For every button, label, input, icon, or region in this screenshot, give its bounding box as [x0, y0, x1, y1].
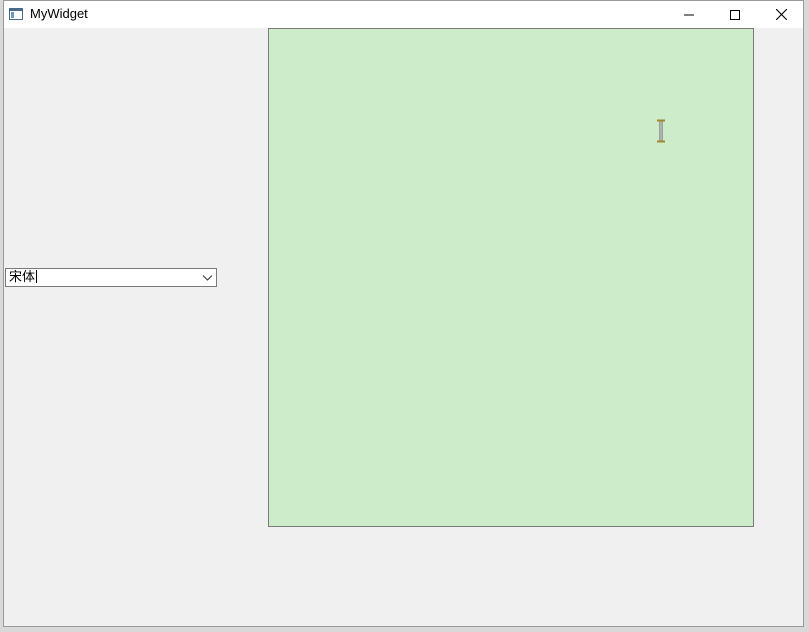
minimize-button[interactable] — [666, 1, 712, 28]
main-window: MyWidget 宋体 — [3, 0, 804, 627]
text-caret — [36, 270, 38, 283]
chevron-down-icon[interactable] — [201, 271, 214, 284]
close-button[interactable] — [758, 1, 804, 28]
window-title: MyWidget — [30, 6, 88, 21]
drawing-canvas[interactable] — [268, 28, 754, 527]
maximize-icon — [730, 9, 740, 20]
close-icon — [775, 9, 787, 20]
minimize-icon — [684, 14, 694, 15]
font-combobox-value[interactable]: 宋体 — [9, 270, 38, 286]
text-cursor-icon — [657, 119, 665, 143]
title-bar[interactable]: MyWidget — [4, 1, 803, 28]
app-window-icon — [9, 8, 23, 20]
font-combobox-text: 宋体 — [9, 270, 36, 285]
maximize-button[interactable] — [712, 1, 758, 28]
font-combobox[interactable]: 宋体 — [5, 268, 217, 287]
